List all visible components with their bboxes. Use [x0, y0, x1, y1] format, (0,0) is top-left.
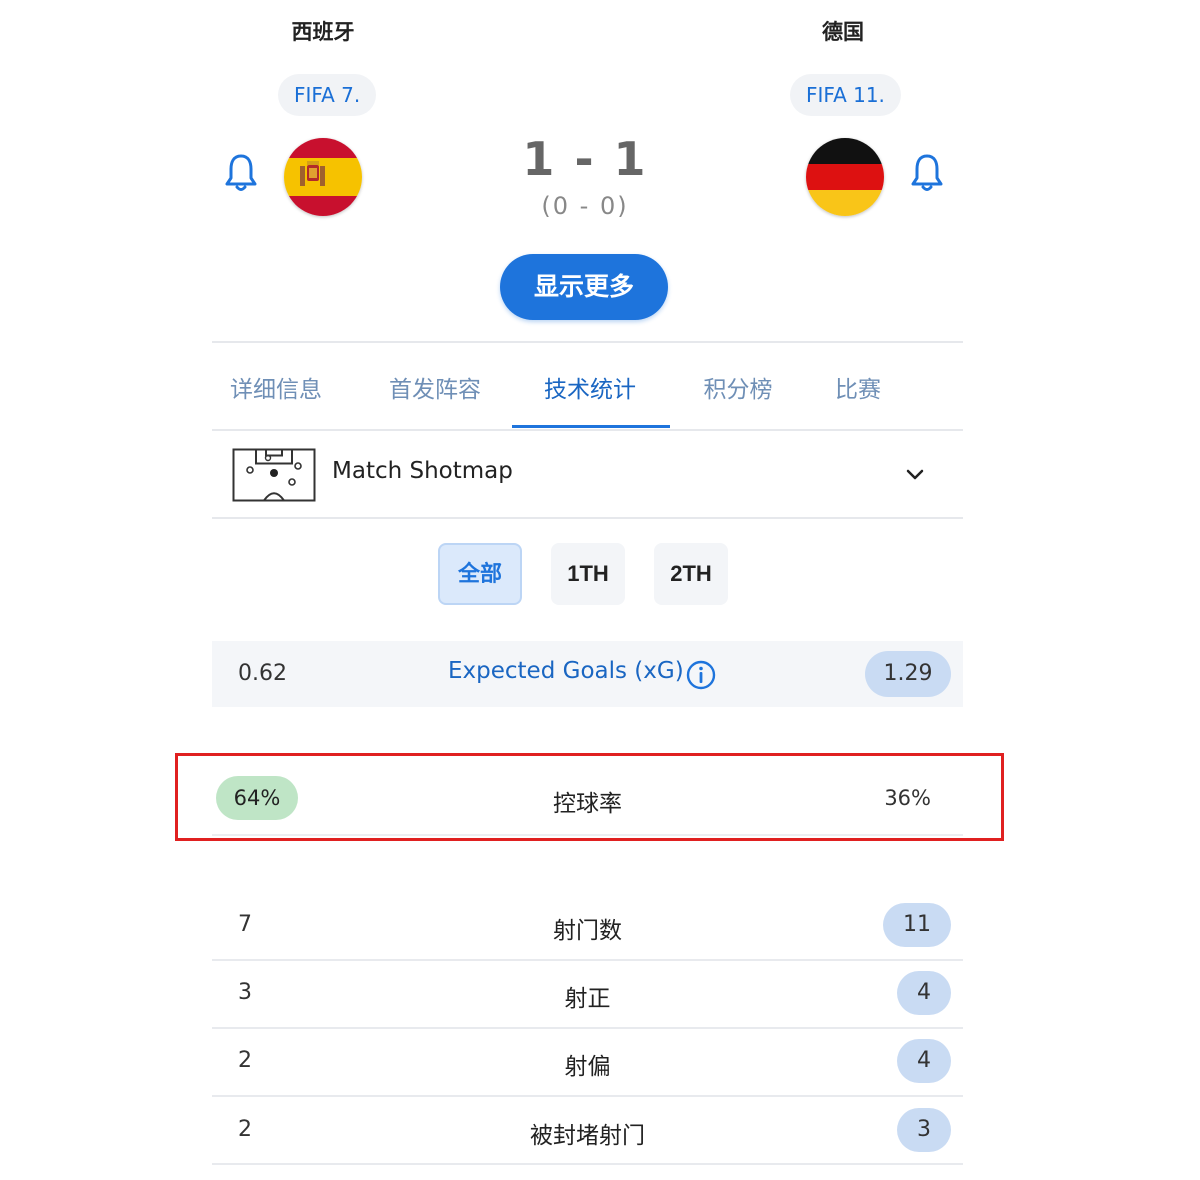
period-second-half-button[interactable]: 2TH [654, 543, 728, 605]
tab-standings[interactable]: 积分榜 [698, 370, 778, 410]
stat-home-value: 2 [238, 1117, 252, 1142]
stat-away-value: 4 [897, 971, 951, 1015]
divider [212, 1163, 963, 1165]
possession-row: 控球率 64% 36% [212, 772, 963, 832]
germany-flag-icon [806, 138, 884, 216]
shotmap-expander[interactable]: Match Shotmap [212, 432, 963, 518]
divider [212, 429, 963, 431]
stat-row: 射正 3 4 [212, 960, 963, 1028]
divider [212, 517, 963, 519]
divider [212, 834, 963, 836]
xg-home-value: 0.62 [238, 661, 287, 686]
stat-away-value: 3 [897, 1108, 951, 1152]
stat-label: 射偏 [564, 1054, 611, 1080]
info-icon[interactable] [686, 660, 716, 690]
home-fifa-rank: FIFA 7. [278, 74, 377, 116]
divider [212, 341, 963, 343]
chevron-down-icon [905, 464, 925, 484]
away-team-name: 德国 [822, 20, 864, 44]
tab-statistics[interactable]: 技术统计 [538, 370, 642, 410]
pitch-icon [232, 448, 316, 502]
period-all-button[interactable]: 全部 [438, 543, 522, 605]
tab-matches[interactable]: 比赛 [830, 370, 886, 410]
stat-home-value: 7 [238, 912, 252, 937]
away-bell-icon[interactable] [910, 152, 944, 194]
xg-title: Expected Goals (xG) [448, 658, 684, 684]
show-more-button[interactable]: 显示更多 [500, 254, 668, 320]
home-bell-icon[interactable] [224, 152, 258, 194]
stat-row: 射门数 7 11 [212, 892, 963, 960]
active-tab-indicator [512, 425, 670, 428]
stat-label: 被封堵射门 [530, 1123, 645, 1149]
period-first-half-button[interactable]: 1TH [551, 543, 625, 605]
halftime-score: (0 - 0) [541, 192, 629, 220]
tab-details[interactable]: 详细信息 [224, 370, 328, 410]
match-score: 1 - 1 [522, 132, 648, 186]
stat-row: 被封堵射门 2 3 [212, 1097, 963, 1165]
away-fifa-rank: FIFA 11. [790, 74, 901, 116]
shotmap-label: Match Shotmap [332, 458, 513, 484]
possession-away-value: 36% [884, 786, 931, 810]
stat-away-value: 11 [883, 903, 951, 947]
spain-flag-icon [284, 138, 362, 216]
xg-away-value: 1.29 [865, 651, 951, 697]
tab-lineups[interactable]: 首发阵容 [383, 370, 487, 410]
stat-home-value: 3 [238, 980, 252, 1005]
possession-home-value: 64% [216, 776, 298, 820]
stat-label: 射门数 [553, 918, 622, 944]
stat-away-value: 4 [897, 1039, 951, 1083]
stat-home-value: 2 [238, 1048, 252, 1073]
xg-row: 0.62 Expected Goals (xG) 1.29 [212, 641, 963, 707]
possession-label: 控球率 [553, 791, 622, 817]
stat-label: 射正 [564, 986, 611, 1012]
stat-row: 射偏 2 4 [212, 1028, 963, 1096]
home-team-name: 西班牙 [291, 20, 355, 44]
